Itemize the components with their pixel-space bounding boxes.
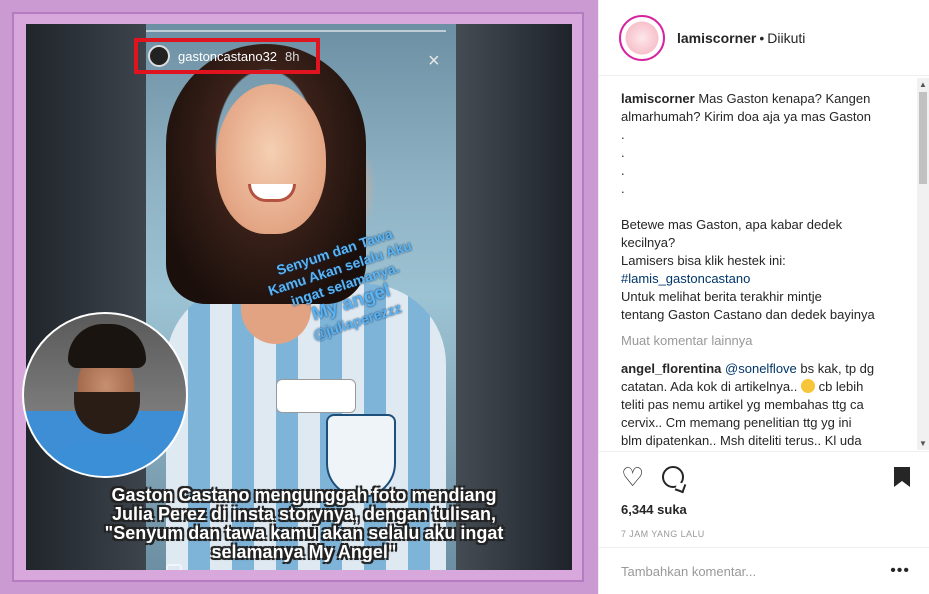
heart-icon[interactable]: ♡ xyxy=(621,464,644,490)
comment-input[interactable] xyxy=(621,563,891,579)
caption-line: Gaston Castano mengunggah foto mendiang xyxy=(111,485,497,505)
caption-comment: lamiscorner Mas Gaston kenapa? Kangen al… xyxy=(621,90,907,324)
close-icon: × xyxy=(428,50,440,72)
comment-text: . xyxy=(621,145,625,160)
story-user-highlight: gastoncastano32 8h xyxy=(134,38,320,74)
comments-list[interactable]: lamiscorner Mas Gaston kenapa? Kangen al… xyxy=(599,77,919,451)
media-caption: Gaston Castano mengunggah foto mendiang … xyxy=(54,486,554,562)
comment-text: catatan. Ada kok di artikelnya.. xyxy=(621,379,798,394)
comment-text: Betewe mas Gaston, apa kabar dedek xyxy=(621,217,843,232)
media-frame: gastoncastano32 8h × Senyum dan Tawa Kam… xyxy=(12,12,584,582)
comment-text: blm dipatenkan.. Msh diteliti terus.. Kl… xyxy=(621,433,862,448)
inset-beard xyxy=(74,392,140,434)
comment-text: . xyxy=(621,181,625,196)
comment-item: angel_florentina @sonelflove bs kak, tp … xyxy=(621,360,907,450)
camera-icon xyxy=(166,564,182,570)
comment-text: . xyxy=(621,127,625,142)
comment-icon[interactable] xyxy=(662,466,685,488)
caption-line: selamanya My Angel" xyxy=(211,542,397,562)
comment-text: . xyxy=(621,163,625,178)
comment-text: Lamisers bisa klik hestek ini: xyxy=(621,253,786,268)
caption-line: Julia Perez di insta storynya, dengan tu… xyxy=(111,504,497,524)
scroll-thumb[interactable] xyxy=(919,92,927,184)
story-time: 8h xyxy=(285,48,300,64)
story-avatar xyxy=(148,45,170,67)
post-media: gastoncastano32 8h × Senyum dan Tawa Kam… xyxy=(0,0,598,594)
inset-portrait xyxy=(22,312,188,478)
comment-blank xyxy=(621,198,907,216)
header-separator: • xyxy=(759,29,765,46)
post-actions: ♡ 6,344 suka 7 JAM YANG LALU xyxy=(599,451,929,547)
comment-text: Mas Gaston kenapa? Kangen xyxy=(698,91,871,106)
comment-text: cb lebih xyxy=(814,379,864,394)
caption-line: "Senyum dan tawa kamu akan selalu aku in… xyxy=(104,523,504,543)
face xyxy=(216,84,326,234)
header-title: lamiscorner • Diikuti xyxy=(677,30,805,46)
comment-username[interactable]: angel_florentina xyxy=(621,361,721,376)
comment-text: kecilnya? xyxy=(621,235,676,250)
comment-text: almarhumah? Kirim doa aja ya mas Gaston xyxy=(621,109,872,124)
action-icons: ♡ xyxy=(621,462,910,492)
header-username[interactable]: lamiscorner xyxy=(677,30,756,46)
follow-status[interactable]: Diikuti xyxy=(767,30,805,46)
comment-username[interactable]: lamiscorner xyxy=(621,91,695,106)
story-username: gastoncastano32 xyxy=(178,48,278,64)
story-progress-bar xyxy=(146,30,446,32)
add-comment-bar: ••• xyxy=(599,547,929,594)
avatar[interactable] xyxy=(619,14,665,61)
comment-text: teliti pas nemu artikel yg membahas ttg … xyxy=(621,397,864,412)
jersey-patch xyxy=(276,379,356,413)
inset-shirt xyxy=(34,442,180,476)
comments-scrollbar[interactable]: ▲ ▼ xyxy=(917,78,929,450)
more-options-icon[interactable]: ••• xyxy=(890,562,910,580)
mention-link[interactable]: @sonelflove xyxy=(725,361,797,376)
smile-emoji-icon xyxy=(800,379,815,393)
comment-text: cervix.. Cm memang penelitian ttg yg ini xyxy=(621,415,852,430)
scroll-up-icon[interactable]: ▲ xyxy=(919,80,927,89)
inset-hair xyxy=(68,324,146,368)
load-more-comments[interactable]: Muat komentar lainnya xyxy=(621,332,907,350)
comment-text: Untuk melihat berita terakhir mintje xyxy=(621,289,822,304)
comment-text: tentang Gaston Castano dan dedek bayinya xyxy=(621,307,875,322)
likes-count[interactable]: 6,344 suka xyxy=(621,502,910,517)
bookmark-icon[interactable] xyxy=(894,467,910,487)
post-sidebar: lamiscorner • Diikuti lamiscorner Mas Gast… xyxy=(598,0,929,594)
scroll-down-icon[interactable]: ▼ xyxy=(919,439,927,448)
post-time: 7 JAM YANG LALU xyxy=(621,529,705,539)
post-header: lamiscorner • Diikuti xyxy=(599,0,929,76)
comment-text: bs kak, tp dg xyxy=(796,361,875,376)
hashtag-link[interactable]: #lamis_gastoncastano xyxy=(621,270,907,288)
